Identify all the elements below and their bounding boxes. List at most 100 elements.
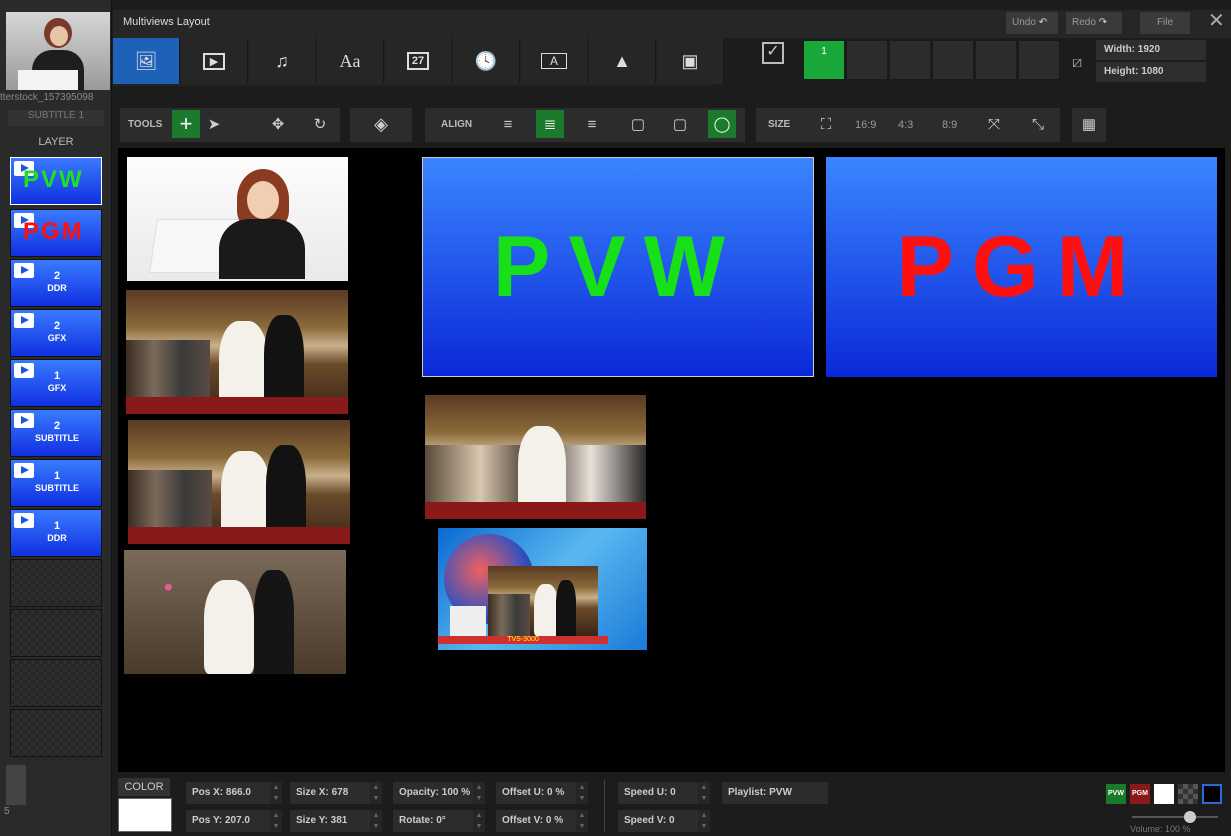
add-icon[interactable]: + <box>172 110 200 138</box>
rounded-icon[interactable]: ▢ <box>666 110 694 138</box>
music-tab[interactable]: ♫ <box>249 38 316 84</box>
ratio-16-9[interactable]: 16:9 <box>855 108 876 142</box>
white-mini-button[interactable] <box>1154 784 1174 804</box>
wedding-group-image-tile[interactable] <box>425 395 646 519</box>
transparent-mini-button[interactable] <box>1178 784 1198 804</box>
size-x-field[interactable]: Size X: 678 <box>290 782 370 804</box>
speed-u-field[interactable]: Speed U: 0 <box>618 782 698 804</box>
caption-tab[interactable]: A <box>521 38 588 84</box>
undo-button[interactable]: Undo ↶ <box>1006 12 1058 34</box>
speed-v-stepper[interactable]: ▲ ▼ <box>698 810 710 832</box>
layer-gfx-1[interactable]: 1 GFX <box>10 359 102 407</box>
multiview-slot[interactable] <box>889 40 931 80</box>
playlist-tab[interactable]: ▣ <box>657 38 724 84</box>
text-tab[interactable]: Aa <box>317 38 384 84</box>
title-bar <box>113 10 1231 38</box>
height-field[interactable]: Height: 1080 <box>1096 62 1206 82</box>
wedding-image-tile[interactable] <box>126 290 348 414</box>
rotate-field[interactable]: Rotate: 0° <box>393 810 473 832</box>
ratio-8-9[interactable]: 8:9 <box>942 108 957 142</box>
office-image-tile[interactable] <box>127 157 348 281</box>
speed-u-stepper[interactable]: ▲ ▼ <box>698 782 710 804</box>
enable-checkbox[interactable]: ✓ <box>762 42 784 64</box>
offset-u-stepper[interactable]: ▲ ▼ <box>576 782 588 804</box>
expand-icon[interactable]: ⤧ <box>980 110 1008 138</box>
rotate-icon[interactable]: ↻ <box>306 110 334 138</box>
multiview-slot[interactable] <box>846 40 888 80</box>
crop-icon[interactable]: ⧄ <box>1072 54 1082 72</box>
pgm-mini-button[interactable]: PGM <box>1130 784 1150 804</box>
shrink-icon[interactable]: ⤡ <box>1024 110 1052 138</box>
layer-subtitle-1[interactable]: 1 SUBTITLE <box>10 459 102 507</box>
empty-layer-slot[interactable] <box>10 609 102 657</box>
pointer-icon[interactable]: ➤ <box>200 110 228 138</box>
layer-gfx-2[interactable]: 2 GFX <box>10 309 102 357</box>
image-tab[interactable]: 🖼 <box>113 38 180 84</box>
size-y-field[interactable]: Size Y: 381 <box>290 810 370 832</box>
wedding-image-tile[interactable] <box>128 420 350 544</box>
pos-y-stepper[interactable]: ▲ ▼ <box>270 810 282 832</box>
empty-layer-slot[interactable] <box>10 559 102 607</box>
playlist-field[interactable]: Playlist: PVW <box>722 782 828 804</box>
black-mini-button[interactable] <box>1202 784 1222 804</box>
ellipse-icon[interactable]: ◯ <box>708 110 736 138</box>
speed-v-field[interactable]: Speed V: 0 <box>618 810 698 832</box>
wedding-petals-image-tile[interactable] <box>124 550 346 674</box>
multiview-slot[interactable] <box>1018 40 1060 80</box>
clock-tab[interactable]: 🕓 <box>453 38 520 84</box>
layer-subtitle-2[interactable]: 2 SUBTITLE <box>10 409 102 457</box>
source-thumbnail[interactable] <box>6 12 110 90</box>
layer-ddr-2[interactable]: 2 DDR <box>10 259 102 307</box>
align-left-icon[interactable]: ≡ <box>494 110 522 138</box>
subtitle-tab[interactable]: SUBTITLE 1 <box>8 110 104 126</box>
layer-ddr-1[interactable]: 1 DDR <box>10 509 102 557</box>
size-x-stepper[interactable]: ▲ ▼ <box>370 782 382 804</box>
offset-v-stepper[interactable]: ▲ ▼ <box>576 810 588 832</box>
empty-layer-slot[interactable] <box>10 709 102 757</box>
ratio-4-3[interactable]: 4:3 <box>898 108 913 142</box>
pvw-mini-button[interactable]: PVW <box>1106 784 1126 804</box>
grid-icon[interactable]: ▦ <box>1075 110 1103 138</box>
file-button[interactable]: File <box>1140 12 1190 34</box>
align-right-icon[interactable]: ≡ <box>578 110 606 138</box>
pos-x-stepper[interactable]: ▲ ▼ <box>270 782 282 804</box>
calendar-tab[interactable]: 27 <box>385 38 452 84</box>
shapes-tab[interactable]: ▲ <box>589 38 656 84</box>
layers-icon[interactable]: ◈ <box>367 110 395 138</box>
rotate-stepper[interactable]: ▲ ▼ <box>473 810 485 832</box>
video-tab[interactable]: ▶ <box>181 38 248 84</box>
playlist-icon: ▣ <box>681 50 699 71</box>
size-y-stepper[interactable]: ▲ ▼ <box>370 810 382 832</box>
multiview-slot[interactable] <box>975 40 1017 80</box>
offset-v-field[interactable]: Offset V: 0 % <box>496 810 576 832</box>
left-bottom-thumb[interactable] <box>6 765 26 805</box>
layer-pgm[interactable]: PGM <box>10 209 102 257</box>
offset-u-field[interactable]: Offset U: 0 % <box>496 782 576 804</box>
fullscreen-icon[interactable]: ⛶ <box>812 110 840 138</box>
multiview-slot-1[interactable]: 1 <box>803 40 845 80</box>
close-icon[interactable]: ✕ <box>1208 8 1225 33</box>
width-field[interactable]: Width: 1920 <box>1096 40 1206 60</box>
volume-knob[interactable] <box>1184 811 1196 823</box>
pvw-tile[interactable]: PVW <box>422 157 814 377</box>
shapes-icon: ▲ <box>613 50 631 71</box>
text-icon: Aa <box>339 50 361 71</box>
layer-type: SUBTITLE <box>35 483 79 493</box>
volume-slider[interactable] <box>1132 816 1218 818</box>
pos-y-field[interactable]: Pos Y: 207.0 <box>186 810 270 832</box>
empty-layer-slot[interactable] <box>10 659 102 707</box>
layer-header: LAYER <box>38 136 74 148</box>
layer-pvw[interactable]: PVW <box>10 157 102 205</box>
redo-button[interactable]: Redo ↷ <box>1066 12 1122 34</box>
color-swatch[interactable] <box>118 798 172 832</box>
multiview-slot[interactable] <box>932 40 974 80</box>
opacity-stepper[interactable]: ▲ ▼ <box>473 782 485 804</box>
fit-icon[interactable]: ▢ <box>624 110 652 138</box>
tvs-nested-preview-tile[interactable]: TVS-3000 <box>438 528 647 650</box>
move-icon[interactable]: ✥ <box>264 110 292 138</box>
layer-number: 2 <box>53 420 61 432</box>
opacity-field[interactable]: Opacity: 100 % <box>393 782 473 804</box>
pgm-tile[interactable]: PGM <box>826 157 1217 377</box>
pos-x-field[interactable]: Pos X: 866.0 <box>186 782 270 804</box>
align-center-icon[interactable]: ≣ <box>536 110 564 138</box>
